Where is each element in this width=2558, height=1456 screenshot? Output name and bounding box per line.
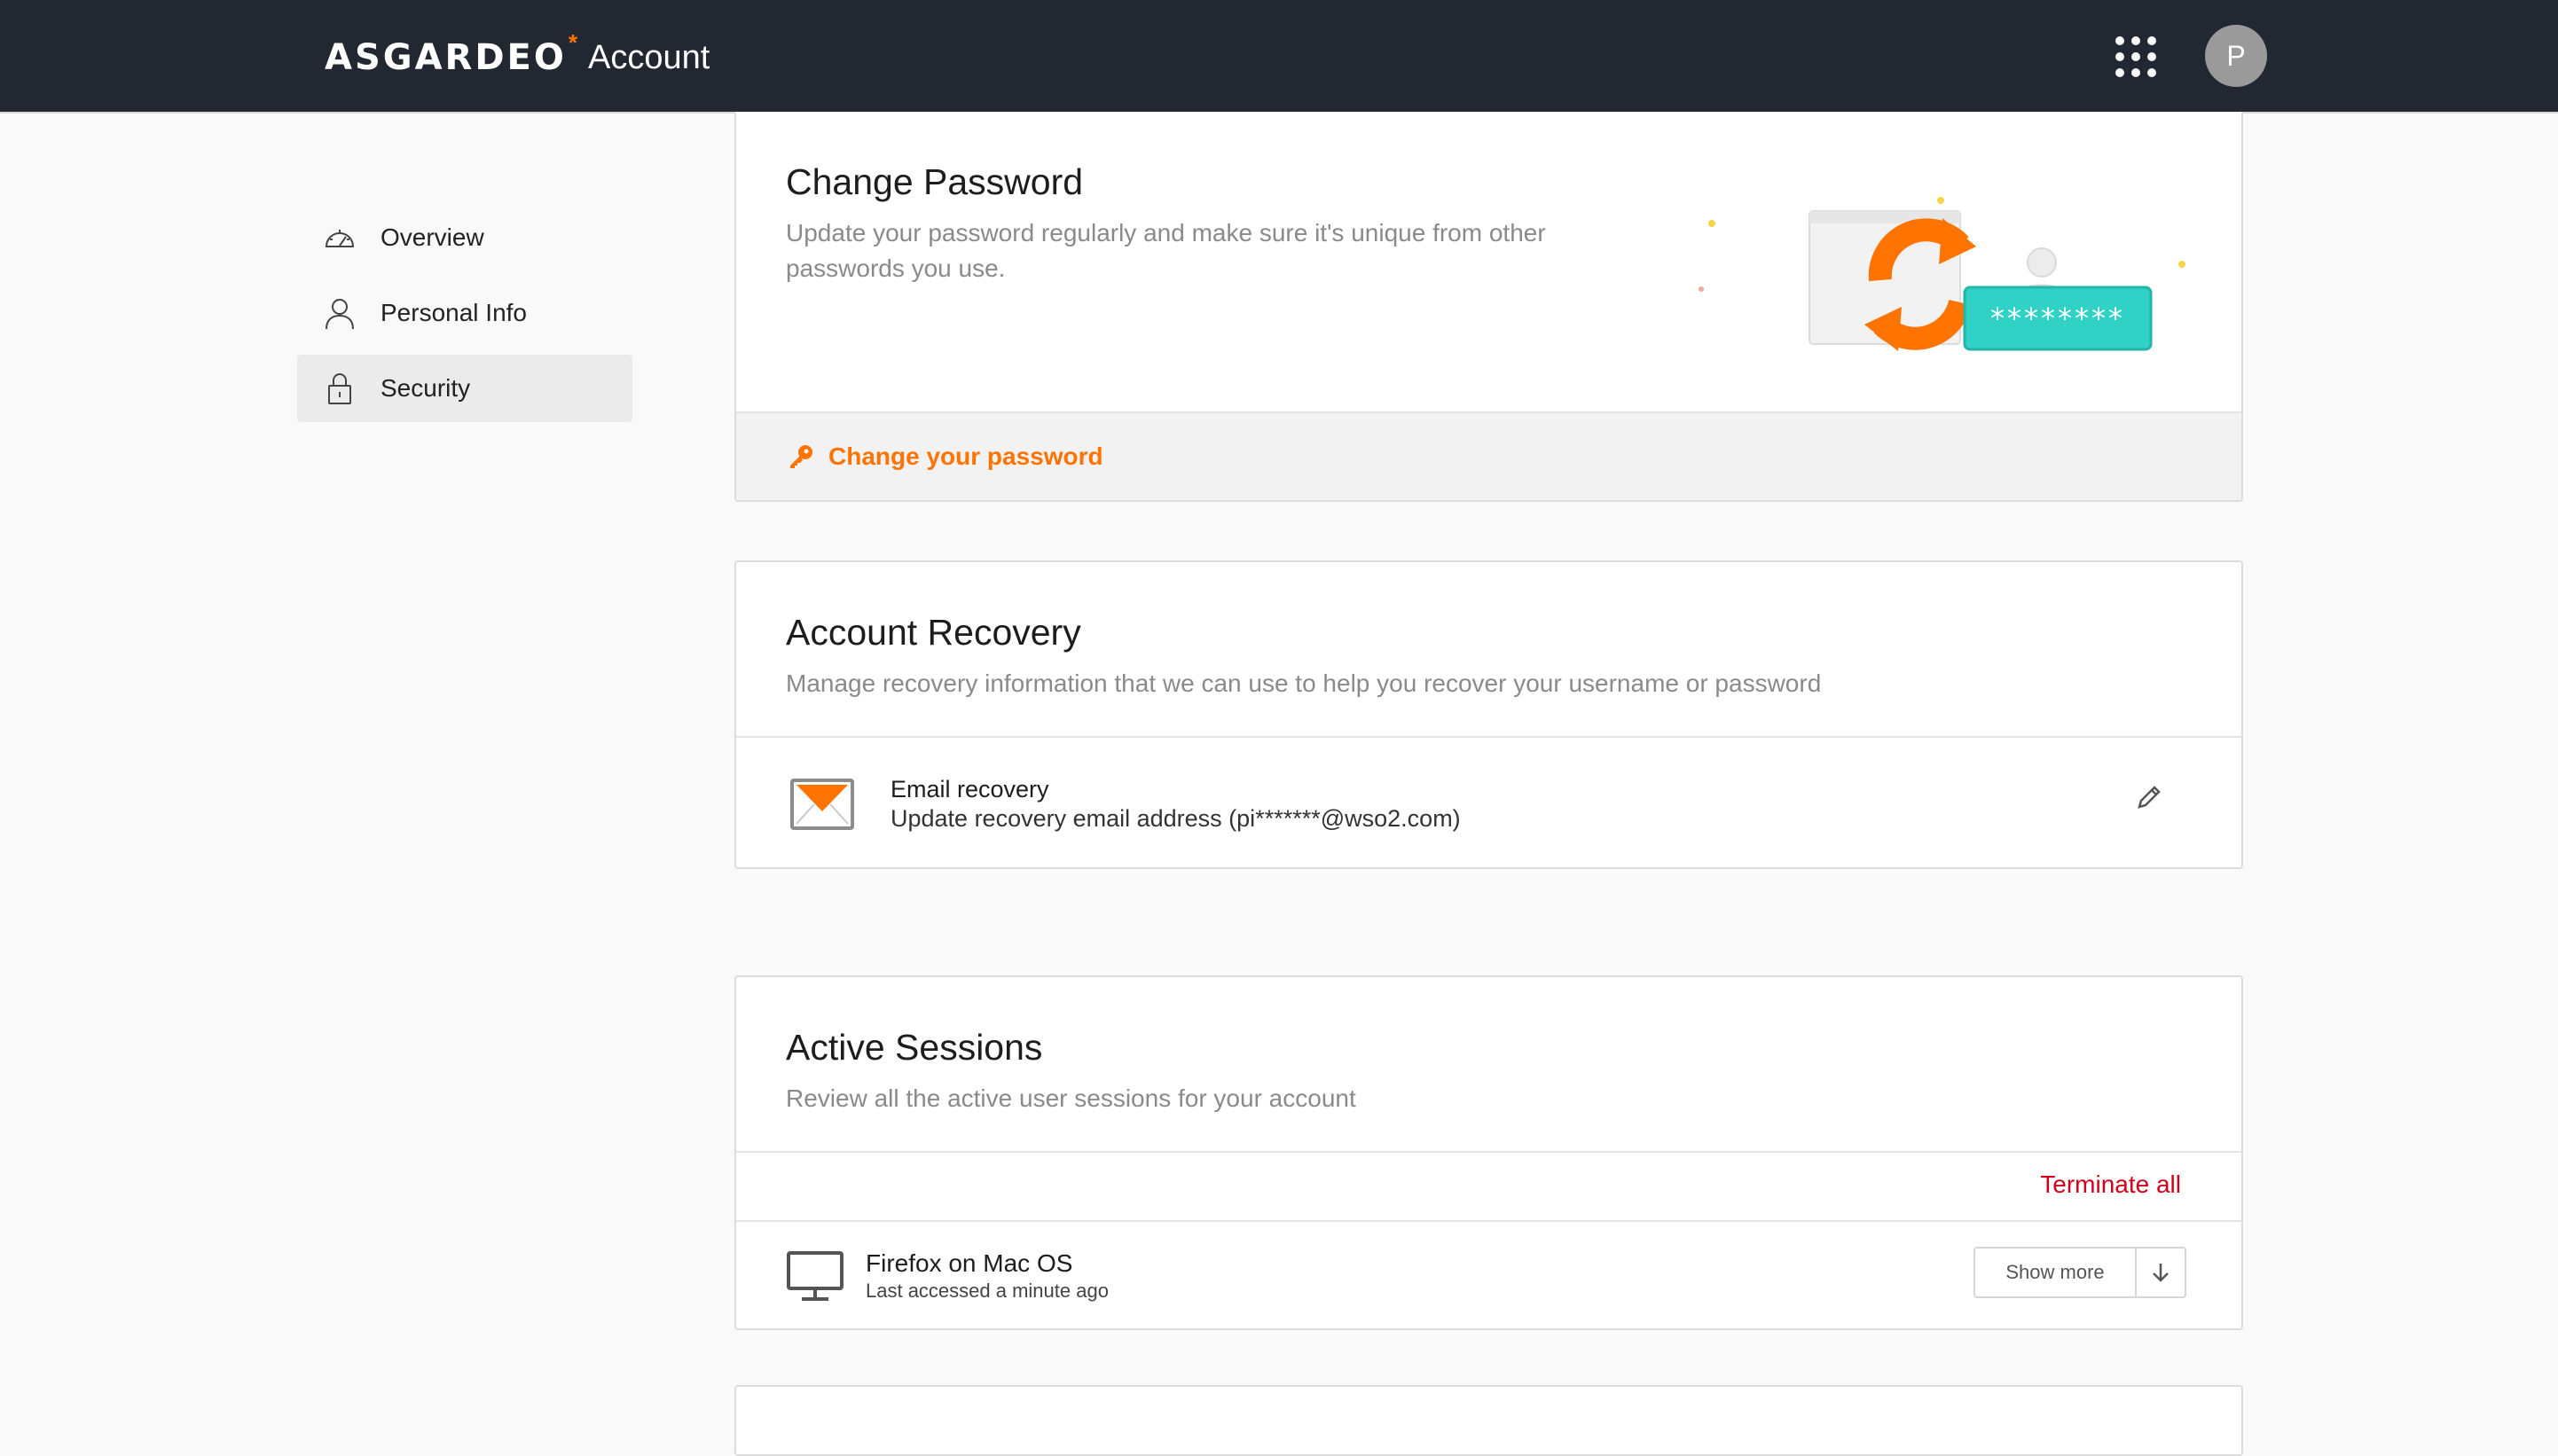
brand-mark: * — [568, 29, 578, 56]
sidebar-item-personal-info[interactable]: Personal Info — [297, 279, 632, 347]
arrow-down-icon[interactable] — [2137, 1249, 2185, 1296]
card-description: Update your password regularly and make … — [786, 219, 1546, 282]
sidebar-item-label: Personal Info — [381, 299, 527, 326]
session-last-accessed: Last accessed a minute ago — [866, 1280, 1109, 1302]
card-description: Review all the active user sessions for … — [786, 1084, 1356, 1112]
monitor-icon — [787, 1251, 844, 1301]
card-title: Account Recovery — [786, 612, 1081, 653]
top-header: ASGARDEO * Account P — [0, 0, 2558, 114]
email-icon — [790, 779, 854, 830]
change-password-button[interactable]: Change your password — [736, 411, 2241, 500]
active-sessions-card: Active Sessions Review all the active us… — [734, 975, 2243, 1330]
key-icon — [790, 445, 812, 468]
sidebar-item-security[interactable]: Security — [297, 355, 632, 422]
sidebar-nav: Overview Personal Info Security — [297, 204, 632, 430]
email-recovery-title: Email recovery — [891, 776, 1049, 802]
user-icon — [326, 299, 354, 330]
card-title: Active Sessions — [786, 1027, 1043, 1068]
brand-name: ASGARDEO — [325, 37, 567, 78]
change-password-label: Change your password — [828, 442, 1103, 470]
user-avatar[interactable]: P — [2205, 25, 2267, 87]
show-more-button[interactable]: Show more — [1973, 1247, 2186, 1298]
show-more-label: Show more — [1975, 1249, 2137, 1296]
card-title: Change Password — [786, 161, 1084, 202]
email-recovery-row: Email recovery Update recovery email add… — [789, 755, 2191, 853]
dashboard-icon — [325, 230, 355, 247]
app-name: Account — [588, 39, 710, 76]
apps-grid-icon[interactable] — [2115, 35, 2157, 78]
sidebar-item-label: Security — [381, 374, 471, 402]
change-password-header: Change Password Update your password reg… — [786, 161, 1628, 286]
session-name: Firefox on Mac OS — [866, 1249, 1073, 1277]
divider — [736, 1220, 2241, 1222]
divider — [736, 1151, 2241, 1153]
card-description: Manage recovery information that we can … — [786, 669, 1822, 697]
account-recovery-header: Account Recovery Manage recovery informa… — [786, 612, 1821, 701]
email-recovery-subtitle: Update recovery email address (pi*******… — [891, 805, 1461, 832]
sidebar-item-overview[interactable]: Overview — [297, 204, 632, 271]
password-mask-text: ******** — [1990, 301, 2125, 335]
next-card — [734, 1385, 2243, 1456]
active-sessions-header: Active Sessions Review all the active us… — [786, 1027, 1356, 1116]
brand-logo[interactable]: ASGARDEO * Account — [325, 29, 710, 82]
terminate-all-button[interactable]: Terminate all — [2040, 1170, 2181, 1199]
divider — [736, 736, 2241, 738]
sidebar-item-label: Overview — [381, 223, 484, 251]
account-recovery-card: Account Recovery Manage recovery informa… — [734, 560, 2243, 869]
pencil-icon[interactable] — [2134, 782, 2164, 812]
password-illustration: ******** — [1699, 197, 2185, 351]
change-password-card: Change Password Update your password reg… — [734, 112, 2243, 502]
lock-icon — [328, 373, 351, 404]
